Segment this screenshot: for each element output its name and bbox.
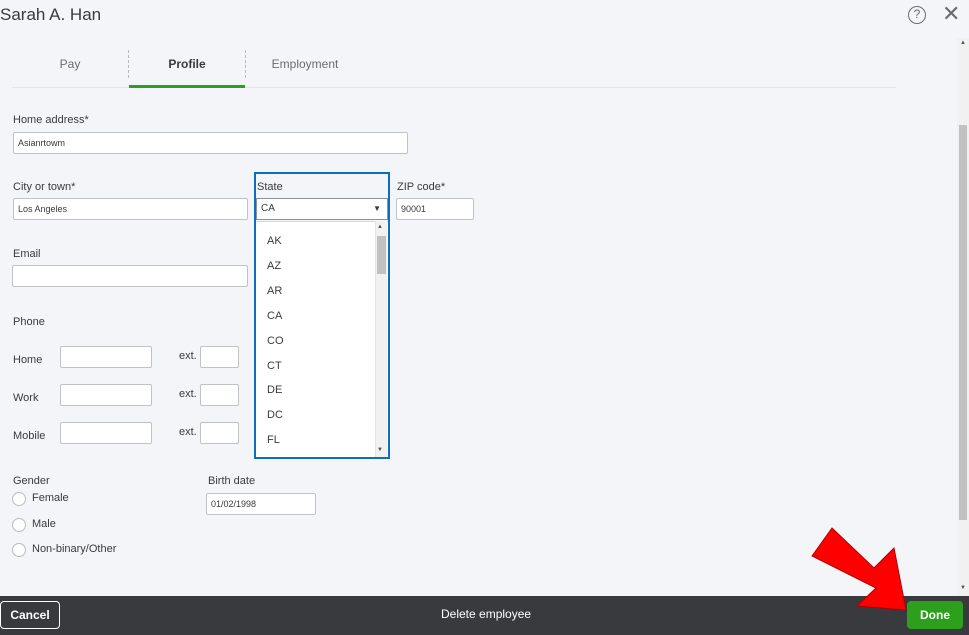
ext-label: ext. bbox=[179, 426, 197, 438]
zip-input[interactable]: 90001 bbox=[396, 198, 474, 220]
gender-option-label: Male bbox=[32, 518, 56, 530]
page-scrollbar-thumb[interactable] bbox=[959, 125, 967, 520]
phone-mobile-ext-input[interactable] bbox=[200, 422, 239, 444]
phone-work-input[interactable] bbox=[60, 384, 152, 406]
ext-label: ext. bbox=[179, 350, 197, 362]
phone-mobile-input[interactable] bbox=[60, 422, 152, 444]
birth-date-input[interactable]: 01/02/1998 bbox=[206, 493, 316, 515]
page-title: Sarah A. Han bbox=[0, 5, 102, 24]
done-button[interactable]: Done bbox=[907, 601, 963, 629]
email-input[interactable] bbox=[12, 265, 248, 287]
phone-home-input[interactable] bbox=[60, 346, 152, 368]
help-icon[interactable]: ? bbox=[908, 6, 926, 24]
gender-label: Gender bbox=[13, 475, 50, 487]
red-arrow-annotation bbox=[811, 527, 907, 611]
tab-profile[interactable]: Profile bbox=[129, 48, 245, 88]
phone-work-ext-input[interactable] bbox=[200, 384, 239, 406]
gender-radio-female[interactable] bbox=[12, 492, 26, 506]
gender-radio-male[interactable] bbox=[12, 518, 26, 532]
tab-divider bbox=[245, 50, 246, 78]
tab-bar: Pay Profile Employment bbox=[12, 48, 896, 88]
city-input[interactable]: Los Angeles bbox=[13, 198, 248, 220]
scroll-down-icon[interactable]: ▼ bbox=[960, 585, 966, 591]
state-highlight-box bbox=[254, 172, 390, 459]
gender-radio-nonbinary[interactable] bbox=[12, 543, 26, 557]
city-label: City or town* bbox=[13, 181, 76, 193]
phone-home-ext-input[interactable] bbox=[200, 346, 239, 368]
scroll-up-icon[interactable]: ▲ bbox=[960, 40, 966, 46]
email-label: Email bbox=[13, 248, 41, 260]
phone-home-label: Home bbox=[13, 354, 43, 366]
phone-work-label: Work bbox=[13, 392, 39, 404]
home-address-input[interactable]: Asianrtowm bbox=[13, 132, 408, 154]
phone-mobile-label: Mobile bbox=[13, 430, 46, 442]
home-address-label: Home address* bbox=[13, 114, 89, 126]
close-icon[interactable]: ✕ bbox=[942, 3, 960, 25]
delete-employee-link[interactable]: Delete employee bbox=[441, 607, 531, 621]
gender-option-label: Non-binary/Other bbox=[32, 543, 117, 555]
ext-label: ext. bbox=[179, 388, 197, 400]
zip-label: ZIP code* bbox=[397, 181, 446, 193]
birth-date-label: Birth date bbox=[208, 475, 256, 487]
cancel-button[interactable]: Cancel bbox=[0, 601, 60, 629]
gender-option-label: Female bbox=[32, 492, 69, 504]
phone-label: Phone bbox=[13, 316, 45, 328]
tab-employment[interactable]: Employment bbox=[260, 48, 350, 88]
tab-pay[interactable]: Pay bbox=[28, 48, 112, 88]
